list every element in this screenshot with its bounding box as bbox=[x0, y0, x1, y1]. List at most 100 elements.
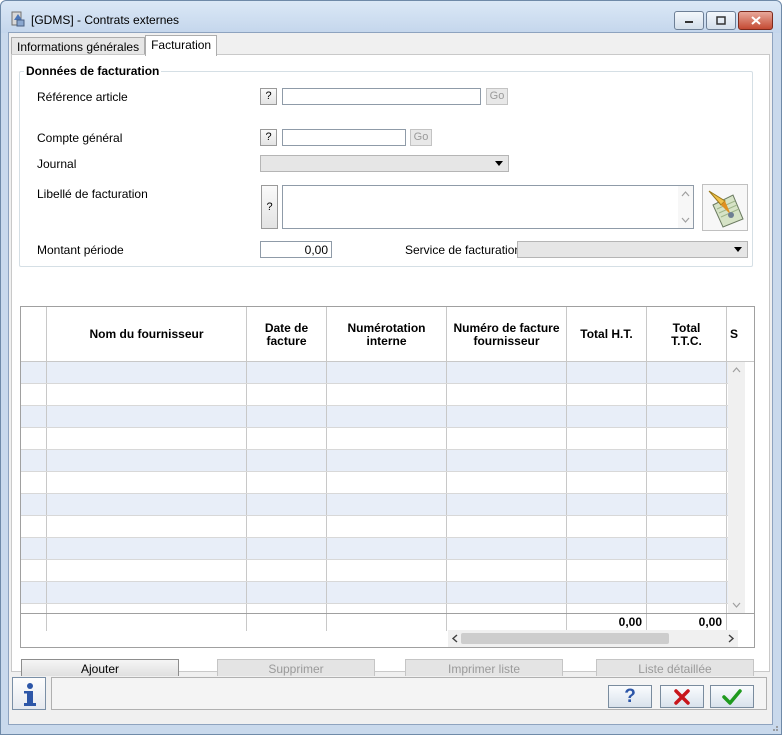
table-cell[interactable] bbox=[247, 428, 327, 449]
table-cell[interactable] bbox=[47, 362, 247, 383]
maximize-button[interactable] bbox=[706, 11, 736, 30]
table-cell[interactable] bbox=[567, 362, 647, 383]
table-row[interactable] bbox=[21, 582, 729, 604]
table-cell[interactable] bbox=[327, 472, 447, 493]
table-cell[interactable] bbox=[567, 472, 647, 493]
reference-article-go-button[interactable]: Go bbox=[486, 88, 508, 105]
table-cell[interactable] bbox=[327, 538, 447, 559]
tab-facturation[interactable]: Facturation bbox=[145, 35, 218, 56]
table-cell[interactable] bbox=[327, 494, 447, 515]
table-cell[interactable] bbox=[567, 494, 647, 515]
table-cell[interactable] bbox=[647, 560, 727, 581]
table-cell[interactable] bbox=[247, 494, 327, 515]
table-cell[interactable] bbox=[447, 428, 567, 449]
table-cell[interactable] bbox=[247, 406, 327, 427]
table-cell[interactable] bbox=[647, 516, 727, 537]
table-cell[interactable] bbox=[247, 582, 327, 603]
table-cell[interactable] bbox=[447, 538, 567, 559]
help-button[interactable]: ? bbox=[608, 685, 652, 708]
table-cell[interactable] bbox=[247, 450, 327, 471]
table-cell[interactable] bbox=[327, 450, 447, 471]
table-cell[interactable] bbox=[647, 384, 727, 405]
grid-header-date-facture[interactable]: Date de facture bbox=[247, 307, 327, 362]
compte-general-go-button[interactable]: Go bbox=[410, 129, 432, 146]
table-cell[interactable] bbox=[647, 406, 727, 427]
reference-article-help-button[interactable]: ? bbox=[260, 88, 277, 105]
row-selector[interactable] bbox=[21, 406, 47, 427]
table-cell[interactable] bbox=[567, 516, 647, 537]
table-row[interactable] bbox=[21, 450, 729, 472]
table-cell[interactable] bbox=[447, 450, 567, 471]
grid-horizontal-scrollbar[interactable] bbox=[448, 630, 738, 647]
row-selector[interactable] bbox=[21, 516, 47, 537]
minimize-button[interactable] bbox=[674, 11, 704, 30]
table-cell[interactable] bbox=[47, 406, 247, 427]
row-selector[interactable] bbox=[21, 362, 47, 383]
table-cell[interactable] bbox=[47, 516, 247, 537]
table-cell[interactable] bbox=[567, 582, 647, 603]
table-cell[interactable] bbox=[47, 494, 247, 515]
resize-grip-icon[interactable] bbox=[769, 722, 779, 732]
table-row[interactable] bbox=[21, 560, 729, 582]
row-selector[interactable] bbox=[21, 538, 47, 559]
table-cell[interactable] bbox=[447, 516, 567, 537]
grid-header-selector[interactable] bbox=[21, 307, 47, 362]
close-button[interactable] bbox=[738, 11, 773, 30]
libelle-help-button[interactable]: ? bbox=[261, 185, 278, 229]
montant-input[interactable] bbox=[260, 241, 332, 258]
table-row[interactable] bbox=[21, 516, 729, 538]
row-selector[interactable] bbox=[21, 582, 47, 603]
cancel-button[interactable] bbox=[660, 685, 704, 708]
invoice-grid[interactable]: Nom du fournisseur Date de facture Numér… bbox=[20, 306, 755, 648]
table-cell[interactable] bbox=[567, 450, 647, 471]
table-cell[interactable] bbox=[447, 582, 567, 603]
table-cell[interactable] bbox=[247, 362, 327, 383]
table-cell[interactable] bbox=[327, 406, 447, 427]
compte-general-input[interactable] bbox=[282, 129, 406, 146]
table-cell[interactable] bbox=[47, 428, 247, 449]
table-cell[interactable] bbox=[567, 428, 647, 449]
table-cell[interactable] bbox=[47, 582, 247, 603]
compte-general-help-button[interactable]: ? bbox=[260, 129, 277, 146]
table-cell[interactable] bbox=[327, 516, 447, 537]
table-cell[interactable] bbox=[247, 472, 327, 493]
table-cell[interactable] bbox=[447, 560, 567, 581]
grid-header-fournisseur[interactable]: Nom du fournisseur bbox=[47, 307, 247, 362]
table-cell[interactable] bbox=[647, 494, 727, 515]
grid-header-total-ht[interactable]: Total H.T. bbox=[567, 307, 647, 362]
scroll-thumb[interactable] bbox=[461, 633, 669, 644]
table-row[interactable] bbox=[21, 428, 729, 450]
service-select[interactable] bbox=[517, 241, 748, 258]
table-cell[interactable] bbox=[567, 406, 647, 427]
grid-vertical-scrollbar[interactable] bbox=[728, 362, 745, 613]
table-cell[interactable] bbox=[247, 516, 327, 537]
table-cell[interactable] bbox=[447, 472, 567, 493]
table-row[interactable] bbox=[21, 494, 729, 516]
table-cell[interactable] bbox=[647, 362, 727, 383]
table-cell[interactable] bbox=[567, 384, 647, 405]
row-selector[interactable] bbox=[21, 428, 47, 449]
table-cell[interactable] bbox=[247, 538, 327, 559]
grid-header-s[interactable]: S bbox=[727, 307, 754, 362]
table-cell[interactable] bbox=[327, 582, 447, 603]
grid-header-numerotation[interactable]: Numérotation interne bbox=[327, 307, 447, 362]
table-cell[interactable] bbox=[247, 384, 327, 405]
ok-button[interactable] bbox=[710, 685, 754, 708]
table-row[interactable] bbox=[21, 538, 729, 560]
title-bar[interactable]: [GDMS] - Contrats externes bbox=[1, 1, 781, 33]
table-cell[interactable] bbox=[327, 428, 447, 449]
table-cell[interactable] bbox=[247, 560, 327, 581]
table-cell[interactable] bbox=[327, 560, 447, 581]
table-cell[interactable] bbox=[447, 384, 567, 405]
table-cell[interactable] bbox=[647, 538, 727, 559]
table-row[interactable] bbox=[21, 362, 729, 384]
table-row[interactable] bbox=[21, 472, 729, 494]
row-selector[interactable] bbox=[21, 472, 47, 493]
row-selector[interactable] bbox=[21, 450, 47, 471]
table-cell[interactable] bbox=[567, 560, 647, 581]
reference-article-input[interactable] bbox=[282, 88, 481, 105]
table-cell[interactable] bbox=[47, 560, 247, 581]
table-cell[interactable] bbox=[447, 494, 567, 515]
libelle-scrollbar[interactable] bbox=[678, 186, 693, 228]
table-cell[interactable] bbox=[47, 472, 247, 493]
